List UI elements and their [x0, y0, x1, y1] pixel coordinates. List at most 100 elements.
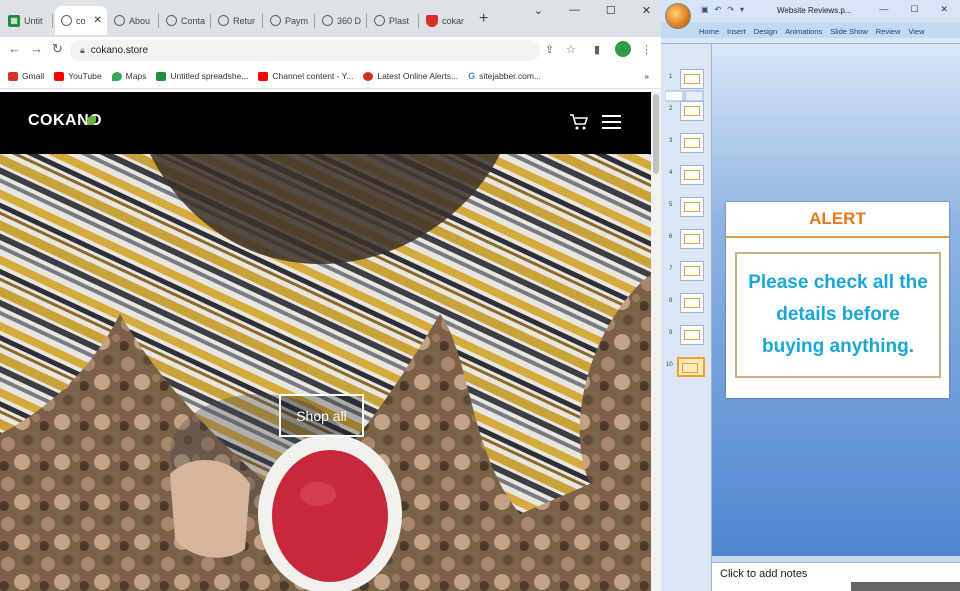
minimize-icon[interactable]: —: [879, 4, 888, 15]
tab-plast[interactable]: Plast: [368, 6, 419, 35]
ribbon-tab-animations[interactable]: Animations: [785, 27, 822, 36]
tab-payment[interactable]: Paym: [264, 6, 315, 35]
maximize-icon[interactable]: ☐: [606, 4, 616, 17]
globe-icon: [270, 15, 281, 26]
slide-number: 9: [669, 330, 673, 336]
slide-number: 6: [669, 234, 673, 240]
window-controls: ⌄ — ☐ ✕: [534, 4, 651, 17]
tab-separator: [52, 14, 53, 28]
tab-strip: ▦ Untit co ✕ Abou Conta Retur Paym 360 D…: [0, 0, 661, 37]
ribbon-tabs: Home Insert Design Animations Slide Show…: [699, 27, 925, 36]
tab-360[interactable]: 360 D: [316, 6, 367, 35]
more-bookmarks-icon[interactable]: »: [644, 71, 649, 81]
ribbon-tab-review[interactable]: Review: [876, 27, 901, 36]
back-arrow-icon[interactable]: ←: [8, 41, 21, 56]
bookmark-gmail[interactable]: Gmail: [8, 71, 44, 81]
bookmark-label: Untitled spreadshe...: [170, 71, 249, 81]
slide-thumbnail[interactable]: [680, 165, 704, 185]
notes-scrollbar[interactable]: [851, 582, 960, 591]
shield-icon: [426, 14, 438, 27]
close-window-icon[interactable]: ✕: [642, 4, 651, 17]
new-tab-button[interactable]: +: [479, 10, 488, 28]
slide-thumbnail[interactable]: [680, 261, 704, 281]
profile-avatar[interactable]: [615, 41, 631, 57]
hamburger-menu-icon[interactable]: [602, 115, 621, 129]
quick-access-toolbar: ▣ ↶ ↷ ▾: [701, 5, 744, 14]
redo-icon[interactable]: ↷: [727, 5, 734, 14]
undo-icon[interactable]: ↶: [715, 5, 722, 14]
tab-label: Untit: [24, 15, 43, 26]
bookmark-maps[interactable]: Maps: [111, 71, 146, 81]
save-icon[interactable]: ▣: [701, 5, 709, 14]
address-bar[interactable]: 🔒︎ cokano.store: [70, 40, 540, 61]
current-slide[interactable]: ALERT Please check all the details befor…: [726, 202, 949, 398]
slide-thumbnail-selected[interactable]: [677, 357, 705, 377]
close-tab-icon[interactable]: ✕: [94, 15, 102, 26]
slide-thumbnail[interactable]: [680, 101, 704, 121]
thumbnail-content: [684, 170, 700, 180]
share-icon[interactable]: ⇪: [545, 43, 554, 56]
slide-thumbnail[interactable]: [680, 325, 704, 345]
youtube-icon: [54, 71, 65, 81]
bookmark-channel-content[interactable]: Channel content - Y...: [258, 71, 353, 81]
close-window-icon[interactable]: ✕: [940, 4, 948, 15]
slide-thumbnail[interactable]: [680, 69, 704, 89]
thumbnail-content: [684, 234, 700, 244]
sheets-icon: [156, 71, 167, 81]
globe-icon: [61, 15, 72, 26]
tab-about[interactable]: Abou: [108, 6, 159, 35]
tab-cokano-2[interactable]: cokar: [420, 6, 471, 35]
ribbon-tab-insert[interactable]: Insert: [727, 27, 746, 36]
slide-number: 7: [669, 266, 673, 272]
ribbon-tab-design[interactable]: Design: [754, 27, 777, 36]
youtube-icon: [258, 71, 269, 81]
bookmark-label: YouTube: [68, 71, 102, 81]
ribbon-tab-view[interactable]: View: [908, 27, 924, 36]
bookmark-online-alerts[interactable]: Latest Online Alerts...: [363, 71, 458, 81]
tab-separator: [366, 14, 367, 28]
slide-thumbnail[interactable]: [680, 133, 704, 153]
tab-label: Plast: [389, 15, 410, 26]
star-icon[interactable]: ☆: [566, 43, 576, 56]
slide-thumbnail[interactable]: [680, 197, 704, 217]
thumbnail-content: [684, 138, 700, 148]
ribbon-tab-home[interactable]: Home: [699, 27, 719, 36]
slide-thumbnail[interactable]: [680, 293, 704, 313]
thumbnail-content: [682, 363, 698, 373]
bookmark-sitejabber[interactable]: G sitejabber.com...: [468, 71, 541, 81]
notes-placeholder: Click to add notes: [720, 568, 808, 580]
cart-icon[interactable]: [569, 113, 589, 131]
office-button-icon[interactable]: [665, 3, 691, 29]
tab-untitled[interactable]: ▦ Untit: [2, 6, 53, 35]
slide-number: 2: [669, 106, 673, 112]
tab-label: Conta: [181, 15, 206, 26]
bookmarks-bar: Gmail YouTube Maps Untitled spreadshe...…: [0, 64, 661, 89]
ribbon-tab-slide-show[interactable]: Slide Show: [830, 27, 868, 36]
maximize-icon[interactable]: ☐: [910, 4, 918, 15]
reload-icon[interactable]: ↻: [52, 41, 63, 57]
slide-thumbnail[interactable]: [680, 229, 704, 249]
tab-label: Retur: [233, 15, 256, 26]
customize-qat-icon[interactable]: ▾: [740, 5, 744, 14]
thumbnail-content: [684, 266, 700, 276]
lock-icon: 🔒︎: [80, 45, 85, 55]
kebab-menu-icon[interactable]: ⋮: [641, 43, 652, 56]
forward-arrow-icon[interactable]: →: [30, 41, 43, 56]
bookmark-youtube[interactable]: YouTube: [54, 71, 102, 81]
tab-label: co: [76, 15, 86, 26]
tab-contact[interactable]: Conta: [160, 6, 211, 35]
google-icon: G: [468, 71, 476, 81]
minimize-icon[interactable]: —: [569, 4, 580, 17]
tab-cokano-active[interactable]: co ✕: [55, 6, 107, 35]
tab-returns[interactable]: Retur: [212, 6, 263, 35]
slide-number: 10: [666, 362, 673, 368]
bookmark-spreadsheet[interactable]: Untitled spreadshe...: [156, 71, 248, 81]
slide-number: 4: [669, 170, 673, 176]
shop-all-button[interactable]: Shop all: [279, 394, 364, 437]
hero-image: [0, 154, 651, 591]
scrollbar-thumb[interactable]: [653, 94, 659, 174]
sheets-icon: ▦: [8, 14, 20, 27]
sidepanel-icon[interactable]: ▮: [594, 43, 600, 56]
slide-number: 1: [669, 74, 673, 80]
tab-search-icon[interactable]: ⌄: [534, 4, 543, 17]
